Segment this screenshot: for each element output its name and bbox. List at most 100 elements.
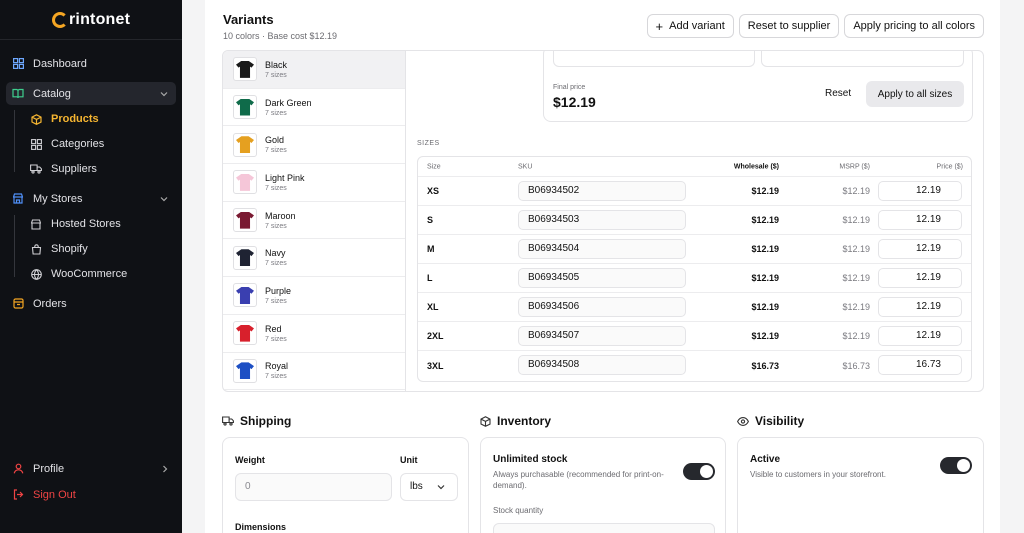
sidebar: rintonet Dashboard Catalog Products Cate…: [0, 0, 182, 533]
sidebar-item-sign-out[interactable]: Sign Out: [6, 483, 176, 506]
color-name: Dark Green: [265, 97, 312, 108]
sku-input[interactable]: B06934506: [518, 297, 686, 317]
sku-input[interactable]: B06934505: [518, 268, 686, 288]
unlimited-stock-desc: Always purchasable (recommended for prin…: [493, 470, 664, 490]
msrp-cell: $12.19: [842, 215, 870, 225]
sku-input[interactable]: B06934503: [518, 210, 686, 230]
price-input[interactable]: 12.19: [878, 239, 962, 259]
sidebar-item-orders[interactable]: Orders: [6, 292, 176, 315]
sidebar-item-label: Products: [51, 113, 99, 125]
chevron-down-icon: [437, 475, 445, 501]
sku-input[interactable]: B06934502: [518, 181, 686, 201]
unit-label: Unit: [400, 455, 418, 465]
sidebar-item-catalog[interactable]: Catalog: [6, 82, 176, 105]
table-row: S B06934503 $12.19 $12.19 12.19: [418, 206, 971, 235]
sidebar-item-dashboard[interactable]: Dashboard: [6, 52, 176, 75]
shirt-thumbnail: [233, 132, 257, 157]
color-variant-item[interactable]: Purple 7 sizes: [223, 277, 405, 315]
sidebar-item-shopify[interactable]: Shopify: [24, 238, 176, 260]
price-input[interactable]: 12.19: [878, 181, 962, 201]
price-input[interactable]: 12.19: [878, 297, 962, 317]
col-sku: SKU: [518, 163, 533, 170]
dimensions-label: Dimensions: [235, 522, 287, 532]
tshirt-icon: [236, 173, 254, 191]
logo-mark-icon: [52, 11, 68, 28]
grid-icon: [30, 138, 42, 150]
color-variant-item[interactable]: Gold 7 sizes: [223, 126, 405, 165]
color-variant-item[interactable]: Maroon 7 sizes: [223, 202, 405, 240]
sidebar-item-products[interactable]: Products: [24, 108, 176, 130]
apply-pricing-all-colors-button[interactable]: Apply pricing to all colors: [844, 14, 984, 38]
main-content: Variants 10 colors · Base cost $12.19 + A…: [205, 0, 1000, 533]
price-input[interactable]: [761, 51, 964, 67]
tshirt-icon: [236, 98, 254, 116]
store-icon: [30, 218, 42, 230]
shirt-thumbnail: [233, 245, 257, 270]
unit-select[interactable]: lbs: [400, 473, 458, 501]
sidebar-item-hosted-stores[interactable]: Hosted Stores: [24, 213, 176, 235]
apply-to-all-sizes-button[interactable]: Apply to all sizes: [866, 81, 964, 107]
sidebar-item-label: Sign Out: [33, 488, 76, 501]
reset-to-supplier-button[interactable]: Reset to supplier: [738, 14, 840, 38]
active-toggle[interactable]: [940, 457, 972, 474]
sku-input[interactable]: B06934507: [518, 326, 686, 346]
color-name: Purple: [265, 285, 292, 296]
sidebar-item-profile[interactable]: Profile: [6, 457, 176, 480]
reset-price-button[interactable]: Reset: [825, 88, 851, 99]
unlimited-stock-toggle[interactable]: [683, 463, 715, 480]
sizes-table: Size SKU Wholesale ($) MSRP ($) Price ($…: [417, 156, 972, 382]
color-name: Red: [265, 323, 282, 334]
sidebar-item-suppliers[interactable]: Suppliers: [24, 158, 176, 180]
wholesale-cell: $12.19: [751, 186, 779, 196]
eye-icon: [737, 416, 749, 426]
truck-icon: [30, 163, 42, 175]
price-input[interactable]: [553, 51, 755, 67]
stock-quantity-input[interactable]: [493, 523, 715, 533]
sidebar-item-label: Categories: [51, 138, 105, 150]
size-cell: S: [427, 215, 434, 225]
msrp-cell: $12.19: [842, 244, 870, 254]
tshirt-icon: [236, 211, 254, 229]
store-icon: [12, 193, 24, 205]
sidebar-item-categories[interactable]: Categories: [24, 133, 176, 155]
size-cell: 3XL: [427, 360, 444, 371]
color-variant-item[interactable]: Royal 7 sizes: [223, 353, 405, 391]
price-input[interactable]: 12.19: [878, 326, 962, 346]
table-row: L B06934505 $12.19 $12.19 12.19: [418, 264, 971, 293]
table-row: 3XL B06934508 $16.73 $16.73 16.73: [418, 351, 971, 380]
sidebar-item-woocommerce[interactable]: WooCommerce: [24, 263, 176, 285]
color-variant-item[interactable]: Light Pink 7 sizes: [223, 164, 405, 202]
globe-icon: [30, 268, 42, 280]
grid-icon: [12, 58, 24, 70]
color-name: Royal: [265, 361, 289, 372]
tshirt-icon: [236, 249, 254, 267]
msrp-cell: $16.73: [842, 360, 870, 371]
weight-input[interactable]: 0: [235, 473, 392, 501]
table-row: M B06934504 $12.19 $12.19 12.19: [418, 235, 971, 264]
price-input[interactable]: 12.19: [878, 268, 962, 288]
plus-icon: +: [655, 18, 664, 34]
color-variant-item[interactable]: Red 7 sizes: [223, 315, 405, 353]
sidebar-item-my-stores[interactable]: My Stores: [6, 187, 176, 210]
wholesale-cell: $12.19: [751, 331, 779, 341]
color-variant-item[interactable]: Dark Green 7 sizes: [223, 89, 405, 127]
tshirt-icon: [236, 324, 254, 342]
brand-logo[interactable]: rintonet: [0, 0, 182, 40]
color-size-count: 7 sizes: [265, 109, 287, 117]
add-variant-button[interactable]: + Add variant: [646, 14, 734, 38]
inventory-title: Inventory: [480, 414, 551, 428]
sidebar-bottom: Profile Sign Out: [6, 457, 176, 509]
color-size-count: 7 sizes: [265, 260, 287, 268]
visibility-title: Visibility: [737, 414, 804, 428]
color-variant-item[interactable]: Black 7 sizes: [223, 51, 405, 89]
chevron-down-icon: [160, 88, 168, 100]
color-size-count: 7 sizes: [265, 335, 287, 343]
price-input[interactable]: 12.19: [878, 210, 962, 230]
price-input[interactable]: 16.73: [878, 355, 962, 375]
sku-input[interactable]: B06934504: [518, 239, 686, 259]
variants-header: Variants 10 colors · Base cost $12.19: [223, 12, 337, 41]
tshirt-icon: [236, 60, 254, 78]
color-variant-item[interactable]: Navy 7 sizes: [223, 239, 405, 278]
col-price: Price ($): [936, 163, 963, 170]
sku-input[interactable]: B06934508: [518, 355, 686, 375]
